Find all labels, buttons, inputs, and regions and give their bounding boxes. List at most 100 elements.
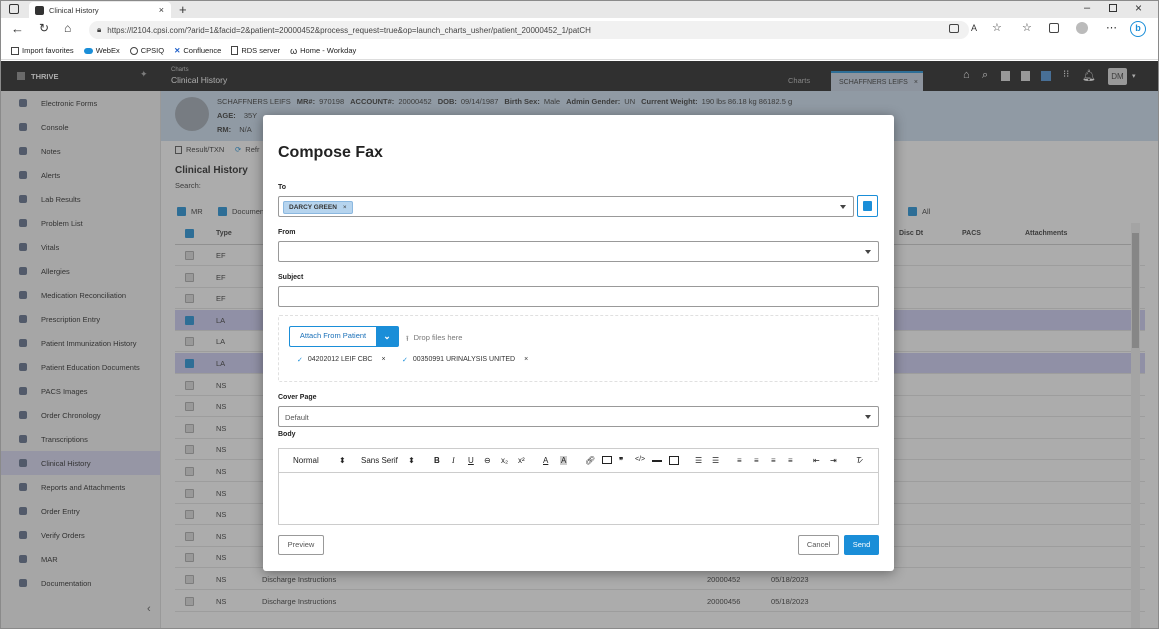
table-icon[interactable] <box>669 456 679 465</box>
window-menu-icon[interactable] <box>9 4 19 14</box>
attachment-label: 04202012 LEIF CBC <box>307 356 373 363</box>
image-icon[interactable] <box>602 456 612 464</box>
address-bar-row: ← ↻ ⌂ 🔒︎ https://l2104.cpsi.com/?arid=1&… <box>1 18 1158 42</box>
from-select[interactable] <box>278 241 879 262</box>
dialog-title: Compose Fax <box>278 144 383 161</box>
recipient-chip-label: DARCY GREEN <box>289 204 337 211</box>
new-tab-icon[interactable]: + <box>179 2 187 17</box>
from-label: From <box>278 229 296 236</box>
remove-recipient-icon[interactable]: × <box>343 204 347 211</box>
subject-label: Subject <box>278 274 304 281</box>
bing-icon[interactable]: b <box>1130 21 1146 37</box>
bookmark-label: WebEx <box>95 46 120 55</box>
attachment-item: ✓ 00350991 URINALYSIS UNITED × <box>402 356 528 364</box>
browser-tab-strip: Clinical History × + – × <box>1 1 1158 18</box>
more-icon[interactable]: ⋯ <box>1106 21 1117 34</box>
upload-icon: ⭱ <box>406 334 409 343</box>
url-field[interactable]: 🔒︎ https://l2104.cpsi.com/?arid=1&facid=… <box>89 21 969 39</box>
workday-icon: ω <box>290 45 298 56</box>
contacts-button[interactable] <box>857 195 878 217</box>
favorite-star-icon[interactable]: ☆ <box>992 21 1002 34</box>
browser-window: Clinical History × + – × ← ↻ ⌂ 🔒︎ https:… <box>0 0 1159 629</box>
tab-title: Clinical History <box>49 5 99 15</box>
send-button[interactable]: Send <box>844 535 879 555</box>
tab-close-icon[interactable]: × <box>159 5 164 15</box>
minimize-icon[interactable]: – <box>1084 2 1090 14</box>
format-select-label: Normal <box>293 456 319 465</box>
font-select[interactable]: Sans Serif ⬍ <box>361 456 415 465</box>
bookmark-workday[interactable]: ω Home - Workday <box>290 46 356 56</box>
align-center-icon[interactable]: ≡ <box>754 456 759 465</box>
attachment-label: 00350991 URINALYSIS UNITED <box>412 356 516 363</box>
read-aloud-icon[interactable]: A <box>971 23 977 33</box>
link-icon[interactable]: 🔗︎ <box>585 456 595 465</box>
back-icon[interactable]: ← <box>11 21 24 36</box>
cover-page-select[interactable]: Default <box>278 406 879 427</box>
bookmark-webex[interactable]: WebEx <box>83 46 120 55</box>
body-textarea[interactable] <box>279 473 878 524</box>
webex-icon <box>83 47 93 54</box>
format-select[interactable]: Normal ⬍ <box>293 456 346 465</box>
bookmark-label: Confluence <box>183 46 222 55</box>
check-icon: ✓ <box>297 357 303 364</box>
cover-page-label: Cover Page <box>278 394 317 401</box>
superscript-icon[interactable]: x² <box>518 456 525 465</box>
to-field[interactable]: DARCY GREEN × <box>278 196 854 217</box>
browser-tab[interactable]: Clinical History × <box>29 2 171 18</box>
indent-decrease-icon[interactable]: ⇤ <box>813 456 820 465</box>
indent-increase-icon[interactable]: ⇥ <box>830 456 837 465</box>
attach-dropdown-icon[interactable]: ⌄ <box>376 327 398 346</box>
justify-icon[interactable]: ≡ <box>788 456 793 465</box>
bookmark-cpsiq[interactable]: CPSIQ <box>129 46 165 55</box>
clear-format-icon[interactable]: T̷ <box>856 456 861 465</box>
cancel-button[interactable]: Cancel <box>798 535 839 555</box>
url-text: https://l2104.cpsi.com/?arid=1&facid=2&p… <box>107 25 591 35</box>
code-icon[interactable]: </> <box>635 456 645 463</box>
confluence-icon: ✕ <box>174 46 181 55</box>
bookmark-label: CPSIQ <box>140 46 165 55</box>
restore-icon[interactable] <box>1109 4 1117 12</box>
page-icon <box>231 46 239 55</box>
drop-files-label: Drop files here <box>413 333 463 342</box>
align-left-icon[interactable]: ≡ <box>737 456 742 465</box>
editor-toolbar: Normal ⬍ Sans Serif ⬍ B I U ⊖ x₂ x² A A … <box>279 449 878 473</box>
quote-icon[interactable]: ❞ <box>619 456 623 465</box>
apps-icon[interactable] <box>949 24 959 33</box>
preview-button[interactable]: Preview <box>278 535 324 555</box>
bookmark-confluence[interactable]: ✕ Confluence <box>174 46 221 55</box>
profile-icon[interactable] <box>1076 22 1088 34</box>
recipient-chip[interactable]: DARCY GREEN × <box>283 201 353 214</box>
ordered-list-icon[interactable]: ☰ <box>695 456 702 465</box>
favorites-icon[interactable]: ☆ <box>1022 21 1032 34</box>
subscript-icon[interactable]: x₂ <box>501 456 508 465</box>
cover-dropdown-icon[interactable] <box>865 415 871 419</box>
attachment-dropzone[interactable]: Attach From Patient ⌄ ⭱ Drop files here … <box>278 315 879 382</box>
reload-icon[interactable]: ↻ <box>39 21 49 35</box>
close-window-icon[interactable]: × <box>1135 1 1142 15</box>
import-icon <box>11 46 19 55</box>
align-right-icon[interactable]: ≡ <box>771 456 776 465</box>
to-dropdown-icon[interactable] <box>840 205 846 209</box>
strikethrough-icon[interactable]: ⊖ <box>484 456 491 465</box>
from-dropdown-icon[interactable] <box>865 250 871 254</box>
bold-icon[interactable]: B <box>434 456 440 465</box>
font-select-label: Sans Serif <box>361 456 398 465</box>
background-color-icon[interactable]: A <box>560 456 568 465</box>
bookmark-label: Import favorites <box>22 46 74 55</box>
tab-favicon-icon <box>35 5 44 15</box>
bookmark-import-favorites[interactable]: Import favorites <box>11 46 74 55</box>
text-color-icon[interactable]: A <box>543 456 548 465</box>
horizontal-rule-icon[interactable] <box>652 460 662 462</box>
check-icon: ✓ <box>402 357 408 364</box>
home-icon[interactable]: ⌂ <box>64 21 71 35</box>
underline-icon[interactable]: U <box>468 456 474 465</box>
attach-from-patient-button[interactable]: Attach From Patient ⌄ <box>289 326 399 347</box>
collections-icon[interactable] <box>1049 23 1059 33</box>
remove-attachment-icon[interactable]: × <box>381 356 385 364</box>
subject-input[interactable] <box>278 286 879 307</box>
italic-icon[interactable]: I <box>452 456 455 465</box>
bookmark-rds-server[interactable]: RDS server <box>231 46 280 55</box>
bookmark-label: RDS server <box>241 46 281 55</box>
bullet-list-icon[interactable]: ☰ <box>712 456 719 465</box>
remove-attachment-icon[interactable]: × <box>524 356 528 364</box>
